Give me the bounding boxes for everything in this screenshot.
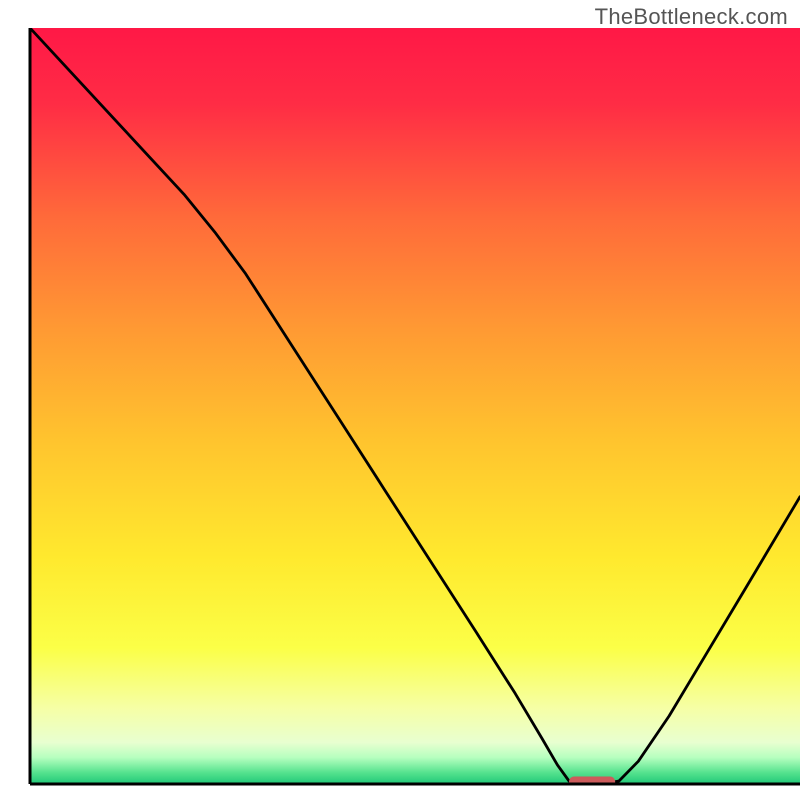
gradient-background	[30, 28, 800, 784]
bottleneck-chart	[0, 0, 800, 800]
chart-container: TheBottleneck.com	[0, 0, 800, 800]
watermark-text: TheBottleneck.com	[595, 4, 788, 30]
